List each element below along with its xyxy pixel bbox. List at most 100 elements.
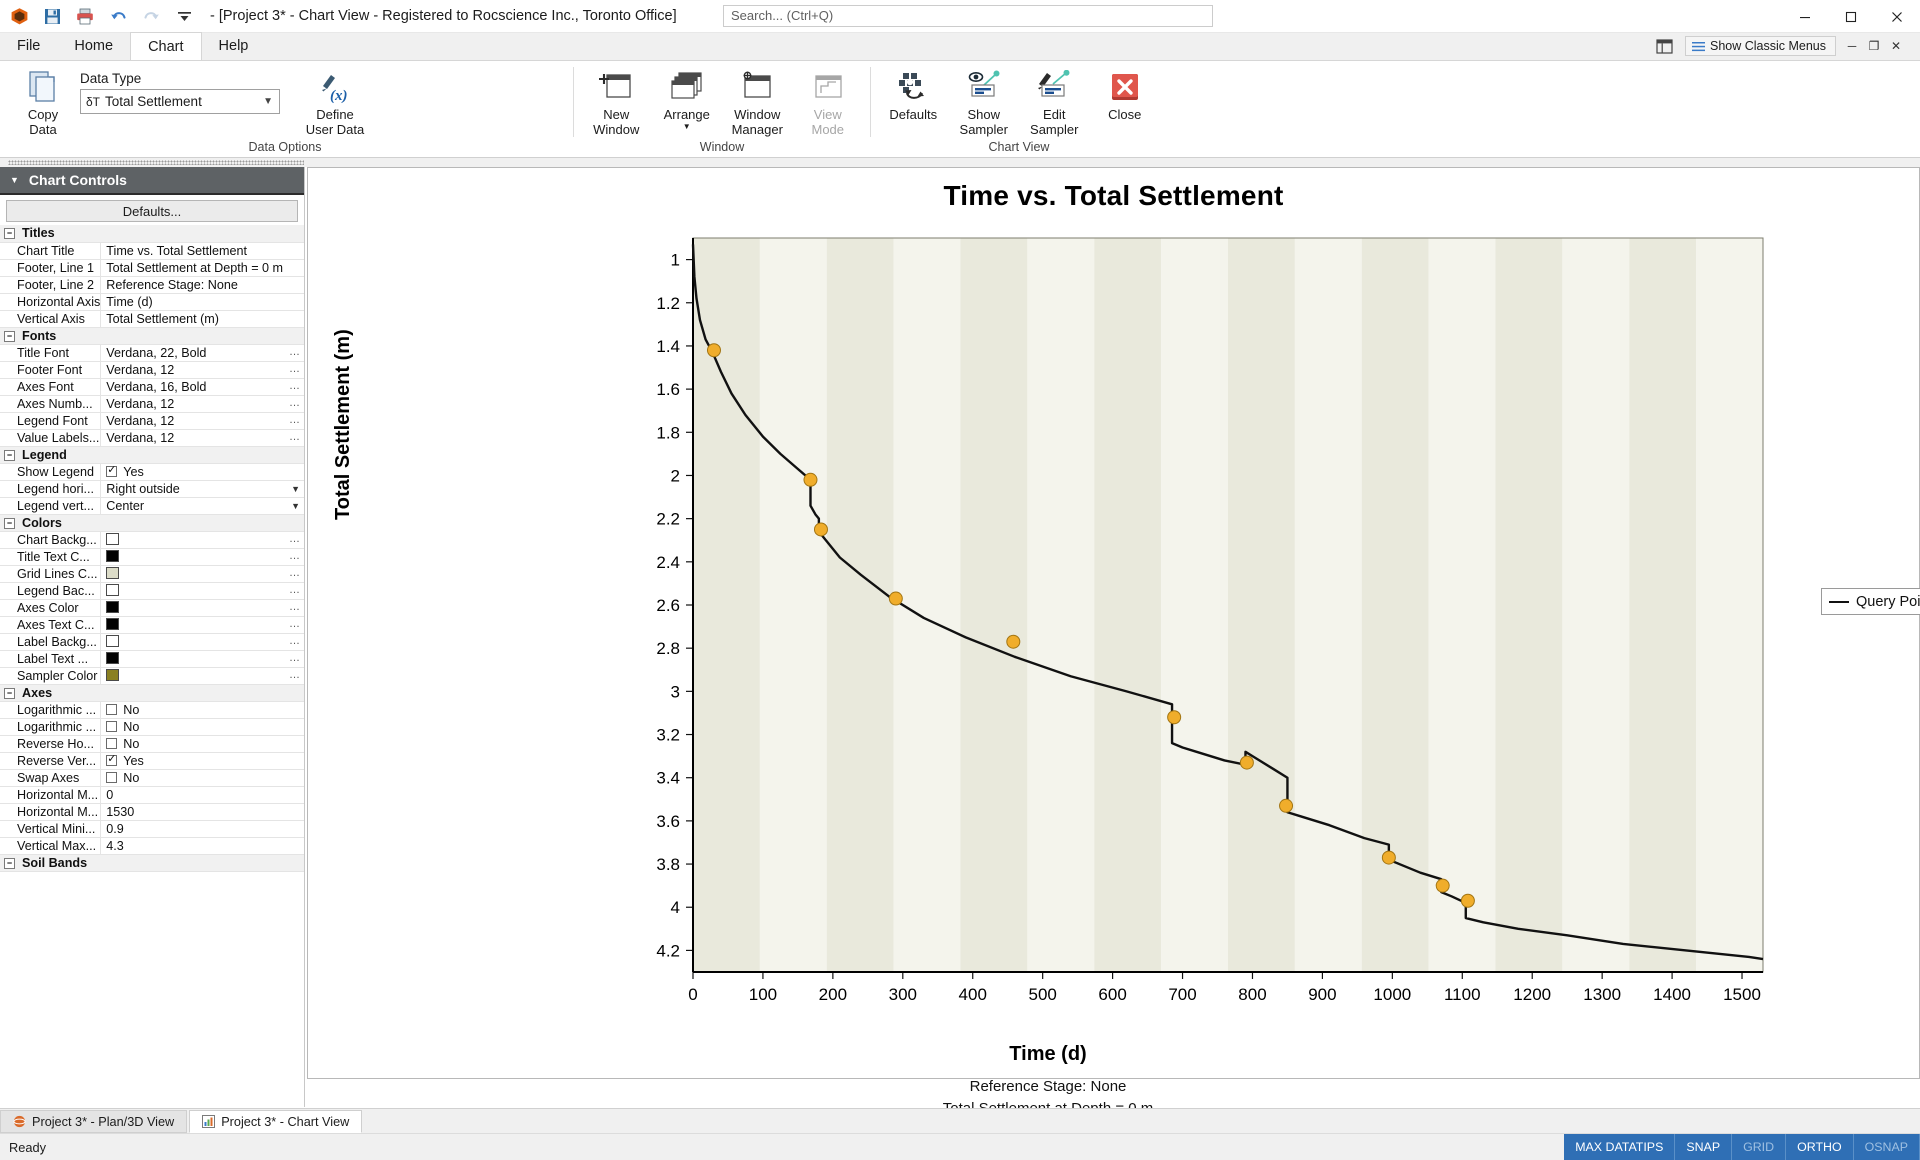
property-checkbox[interactable] [106,771,118,783]
search-input[interactable]: Search... (Ctrl+Q) [723,5,1213,27]
group-expander-icon[interactable]: − [4,330,15,342]
property-value[interactable]: Time vs. Total Settlement [100,242,304,260]
property-row[interactable]: Reverse Ho... No [0,735,304,753]
property-group-colors[interactable]: − Colors [0,514,304,532]
property-ellipsis-button[interactable]: … [289,346,301,358]
group-expander-icon[interactable]: − [4,449,15,461]
property-value[interactable]: … [100,531,304,549]
color-swatch[interactable] [106,600,120,613]
chevron-down-icon[interactable]: ▼ [291,484,300,494]
property-row[interactable]: Label Text ...… [0,650,304,668]
property-checkbox[interactable] [106,737,118,749]
property-group-fonts[interactable]: − Fonts [0,327,304,345]
window-manager-button[interactable]: Window Manager [722,65,793,137]
property-value[interactable]: No [100,701,304,719]
property-value[interactable]: Reference Stage: None [100,276,304,294]
property-value[interactable]: … [100,650,304,668]
status-toggle-ortho[interactable]: ORTHO [1786,1133,1854,1160]
save-icon[interactable] [40,4,64,28]
property-ellipsis-button[interactable]: … [289,397,301,409]
property-value[interactable]: … [100,548,304,566]
property-ellipsis-button[interactable]: … [289,533,301,545]
close-button[interactable] [1874,0,1920,33]
property-ellipsis-button[interactable]: … [289,363,301,375]
property-checkbox[interactable] [106,703,118,715]
property-value[interactable]: … [100,616,304,634]
property-row[interactable]: Footer, Line 1 Total Settlement at Depth … [0,259,304,277]
show-sampler-button[interactable]: Show Sampler [949,65,1020,137]
chart-controls-header[interactable]: ▼ Chart Controls [0,167,304,195]
property-ellipsis-button[interactable]: … [289,567,301,579]
ribbon-display-options-icon[interactable] [1653,34,1677,58]
arrange-dropdown-icon[interactable]: ▼ [683,122,691,131]
property-row[interactable]: Axes Numb... Verdana, 12… [0,395,304,413]
property-group-legend[interactable]: − Legend [0,446,304,464]
sampler-point[interactable] [1279,798,1294,813]
undo-icon[interactable] [106,4,130,28]
property-row[interactable]: Horizontal Axis Time (d) [0,293,304,311]
property-group-titles[interactable]: − Titles [0,225,304,243]
property-row[interactable]: Logarithmic ... No [0,718,304,736]
view-mode-button[interactable]: View Mode [793,65,864,137]
app-logo-icon[interactable] [7,4,31,28]
chevron-down-icon[interactable]: ▼ [291,501,300,511]
child-restore-button[interactable]: ❐ [1866,38,1882,54]
property-value[interactable]: No [100,735,304,753]
property-value[interactable]: … [100,582,304,600]
sampler-point[interactable] [1381,850,1396,865]
property-value[interactable]: Yes [100,463,304,481]
property-row[interactable]: Legend Font Verdana, 12… [0,412,304,430]
sampler-point[interactable] [1167,710,1182,725]
property-row[interactable]: Horizontal M... 0 [0,786,304,804]
property-value[interactable]: Verdana, 16, Bold… [100,378,304,396]
property-row[interactable]: Footer, Line 2 Reference Stage: None [0,276,304,294]
edit-sampler-button[interactable]: Edit Sampler [1019,65,1090,137]
property-value[interactable]: Time (d) [100,293,304,311]
sampler-point[interactable] [813,522,828,537]
color-swatch[interactable] [106,532,120,545]
property-value[interactable]: Right outside ▼ [100,480,304,498]
property-value[interactable]: 0 [100,786,304,804]
property-row[interactable]: Chart Backg...… [0,531,304,549]
property-row[interactable]: Legend hori... Right outside ▼ [0,480,304,498]
property-ellipsis-button[interactable]: … [289,669,301,681]
tab-home[interactable]: Home [57,32,130,60]
property-row[interactable]: Title Text C...… [0,548,304,566]
tab-chart[interactable]: Chart [130,32,202,60]
sampler-point[interactable] [1460,893,1475,908]
property-ellipsis-button[interactable]: … [289,550,301,562]
color-swatch[interactable] [106,668,120,681]
property-row[interactable]: Sampler Color… [0,667,304,685]
group-expander-icon[interactable]: − [4,517,15,529]
property-row[interactable]: Chart Title Time vs. Total Settlement [0,242,304,260]
defaults-button[interactable]: Defaults [878,65,949,122]
property-ellipsis-button[interactable]: … [289,414,301,426]
property-checkbox[interactable] [106,720,118,732]
minimize-button[interactable] [1782,0,1828,33]
status-toggle-max-datatips[interactable]: MAX DATATIPS [1564,1133,1676,1160]
property-row[interactable]: Logarithmic ... No [0,701,304,719]
collapse-triangle-icon[interactable]: ▼ [10,175,19,185]
property-value[interactable]: Verdana, 22, Bold… [100,344,304,362]
close-chart-button[interactable]: Close [1090,65,1161,122]
property-value[interactable]: … [100,599,304,617]
property-row[interactable]: Vertical Axis Total Settlement (m) [0,310,304,328]
property-row[interactable]: Axes Color… [0,599,304,617]
property-value[interactable]: Verdana, 12… [100,395,304,413]
property-value[interactable]: … [100,565,304,583]
group-expander-icon[interactable]: − [4,857,15,869]
property-group-soil-bands[interactable]: − Soil Bands [0,854,304,872]
doc-tab-chart[interactable]: Project 3* - Chart View [189,1110,363,1133]
property-value[interactable]: Total Settlement at Depth = 0 m [100,259,304,277]
property-row[interactable]: Horizontal M... 1530 [0,803,304,821]
tab-file[interactable]: File [0,32,57,60]
property-value[interactable]: Verdana, 12… [100,412,304,430]
define-user-data-button[interactable]: (x) Define User Data [298,65,372,137]
property-row[interactable]: Value Labels... Verdana, 12… [0,429,304,447]
status-toggle-grid[interactable]: GRID [1732,1133,1787,1160]
property-row[interactable]: Legend vert... Center ▼ [0,497,304,515]
color-swatch[interactable] [106,549,120,562]
property-group-axes[interactable]: − Axes [0,684,304,702]
property-value[interactable]: … [100,633,304,651]
copy-data-button[interactable]: Copy Data [12,65,74,137]
